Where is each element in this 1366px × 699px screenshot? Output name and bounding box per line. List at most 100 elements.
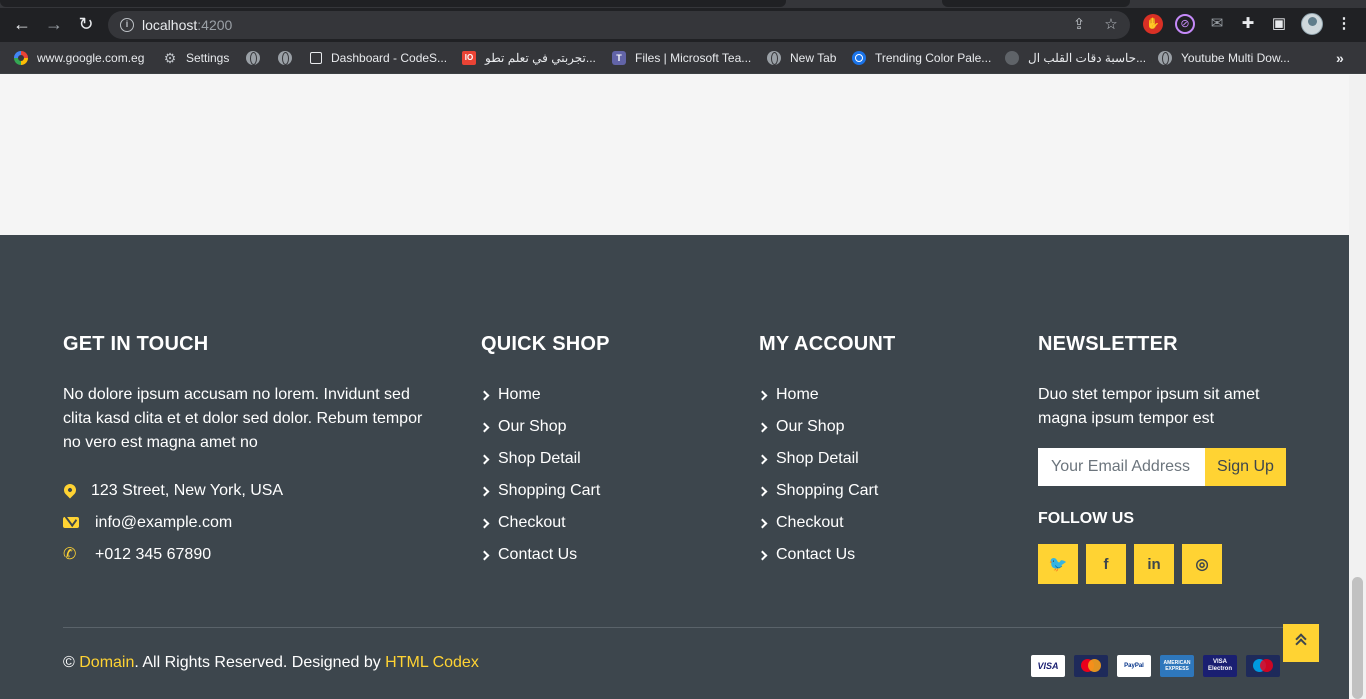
phone-icon: ✆ bbox=[63, 546, 77, 563]
browser-tab[interactable] bbox=[0, 0, 786, 7]
chevron-right-icon bbox=[757, 422, 768, 432]
sign-up-button[interactable]: Sign Up bbox=[1205, 448, 1286, 486]
get-in-touch-column: GET IN TOUCH No dolore ipsum accusam no … bbox=[61, 333, 423, 567]
maestro-icon bbox=[1246, 655, 1280, 677]
side-panel-icon[interactable]: ▣ bbox=[1269, 14, 1289, 34]
newsletter-column: NEWSLETTER Duo stet tempor ipsum sit ame… bbox=[1038, 333, 1288, 584]
contact-address: 123 Street, New York, USA bbox=[61, 479, 423, 503]
bookmark-star-icon[interactable]: ☆ bbox=[1102, 16, 1120, 34]
chevron-right-icon bbox=[479, 454, 490, 464]
forward-arrow-icon[interactable]: → bbox=[44, 14, 64, 34]
profile-avatar[interactable] bbox=[1301, 13, 1323, 35]
mastercard-icon bbox=[1074, 655, 1108, 677]
address-bar[interactable]: i localhost:4200 ⇪ ☆ bbox=[108, 11, 1130, 39]
menu-kebab-icon[interactable]: ⋮ bbox=[1334, 14, 1354, 34]
bookmark-arabic-1[interactable]: IO تجربتي في تعلم تطو... bbox=[462, 50, 596, 66]
globe-icon bbox=[767, 51, 781, 65]
newsletter-text: Duo stet tempor ipsum sit amet magna ips… bbox=[1038, 386, 1260, 427]
contact-email: info@example.com bbox=[63, 511, 423, 535]
facebook-icon[interactable]: f bbox=[1086, 544, 1126, 584]
bookmark-teams[interactable]: T Files | Microsoft Tea... bbox=[612, 50, 751, 66]
browser-tab[interactable] bbox=[942, 0, 1130, 7]
chevron-right-icon bbox=[757, 486, 768, 496]
blocker-extension-icon[interactable]: ⊘ bbox=[1175, 14, 1195, 34]
quick-shop-link-our-shop[interactable]: Our Shop bbox=[479, 415, 610, 439]
bookmarks-bar: www.google.com.eg ⚙ Settings Dashboard - … bbox=[0, 42, 1366, 74]
globe-icon bbox=[246, 51, 260, 65]
my-account-link-checkout[interactable]: Checkout bbox=[757, 511, 895, 535]
google-icon bbox=[14, 51, 28, 65]
back-to-top-button[interactable] bbox=[1283, 624, 1319, 662]
get-in-touch-title: GET IN TOUCH bbox=[63, 333, 209, 355]
heart-icon bbox=[1005, 51, 1019, 65]
envelope-icon bbox=[63, 515, 81, 531]
social-links: 🐦 f in ◎ bbox=[1038, 544, 1288, 584]
back-arrow-icon[interactable]: ← bbox=[12, 14, 32, 34]
bookmarks-overflow-icon[interactable]: » bbox=[1336, 50, 1344, 66]
newsletter-form: Sign Up bbox=[1038, 448, 1286, 486]
quick-shop-link-shop-detail[interactable]: Shop Detail bbox=[479, 447, 610, 471]
instagram-icon[interactable]: ◎ bbox=[1182, 544, 1222, 584]
my-account-link-our-shop[interactable]: Our Shop bbox=[757, 415, 895, 439]
bookmark-globe-1[interactable] bbox=[246, 50, 269, 66]
newsletter-email-input[interactable] bbox=[1038, 448, 1205, 486]
bookmark-dashboard[interactable]: Dashboard - CodeS... bbox=[310, 50, 447, 66]
domain-link[interactable]: Domain bbox=[79, 654, 134, 671]
share-icon[interactable]: ⇪ bbox=[1070, 16, 1088, 34]
quick-shop-link-checkout[interactable]: Checkout bbox=[479, 511, 610, 535]
page-icon bbox=[310, 52, 322, 64]
my-account-column: MY ACCOUNT Home Our Shop Shop Detail Sho… bbox=[757, 333, 896, 575]
bookmark-color-palette[interactable]: Trending Color Pale... bbox=[852, 50, 991, 66]
my-account-link-contact-us[interactable]: Contact Us bbox=[757, 543, 895, 567]
quick-shop-link-home[interactable]: Home bbox=[479, 383, 610, 407]
paypal-icon: PayPal bbox=[1117, 655, 1151, 677]
visa-card-icon: VISA bbox=[1031, 655, 1065, 677]
follow-us-title: FOLLOW US bbox=[1038, 510, 1134, 527]
bookmark-arabic-2[interactable]: حاسبة دقات القلب ال... bbox=[1005, 50, 1146, 66]
html-codex-link[interactable]: HTML Codex bbox=[385, 654, 479, 671]
copyright-text: © Domain. All Rights Reserved. Designed … bbox=[63, 654, 479, 671]
map-marker-icon bbox=[61, 481, 79, 499]
puzzle-extensions-icon[interactable]: ✚ bbox=[1238, 14, 1258, 34]
quick-shop-link-shopping-cart[interactable]: Shopping Cart bbox=[479, 479, 610, 503]
chevron-right-icon bbox=[479, 518, 490, 528]
globe-icon bbox=[1158, 51, 1172, 65]
twitter-icon[interactable]: 🐦 bbox=[1038, 544, 1078, 584]
quick-shop-link-contact-us[interactable]: Contact Us bbox=[479, 543, 610, 567]
bookmark-settings[interactable]: ⚙ Settings bbox=[163, 50, 230, 66]
footer-divider bbox=[63, 627, 1286, 628]
chevron-right-icon bbox=[757, 390, 768, 400]
page-viewport: GET IN TOUCH No dolore ipsum accusam no … bbox=[0, 75, 1349, 699]
visa-electron-icon: VISA Electron bbox=[1203, 655, 1237, 677]
globe-icon bbox=[278, 51, 292, 65]
chevron-right-icon bbox=[479, 486, 490, 496]
chevron-right-icon bbox=[479, 550, 490, 560]
bookmark-new-tab[interactable]: New Tab bbox=[767, 50, 836, 66]
bookmark-youtube-downloader[interactable]: Youtube Multi Dow... bbox=[1158, 50, 1290, 66]
site-footer: GET IN TOUCH No dolore ipsum accusam no … bbox=[0, 235, 1349, 699]
linkedin-icon[interactable]: in bbox=[1134, 544, 1174, 584]
chevron-right-icon bbox=[479, 390, 490, 400]
mail-extension-icon[interactable]: ✉ bbox=[1207, 14, 1227, 34]
browser-toolbar: ← → ↻ i localhost:4200 ⇪ ☆ ✋ ⊘ ✉ ✚ ▣ ⋮ bbox=[0, 0, 1366, 42]
bookmark-google[interactable]: www.google.com.eg bbox=[14, 50, 144, 66]
io-icon: IO bbox=[462, 51, 476, 65]
bookmark-globe-2[interactable] bbox=[278, 50, 301, 66]
quick-shop-title: QUICK SHOP bbox=[481, 333, 610, 355]
my-account-links: Home Our Shop Shop Detail Shopping Cart … bbox=[757, 383, 895, 567]
chevron-right-icon bbox=[757, 454, 768, 464]
my-account-title: MY ACCOUNT bbox=[759, 333, 896, 355]
scrollbar-thumb[interactable] bbox=[1352, 577, 1363, 699]
my-account-link-home[interactable]: Home bbox=[757, 383, 895, 407]
my-account-link-shopping-cart[interactable]: Shopping Cart bbox=[757, 479, 895, 503]
teams-icon: T bbox=[612, 51, 626, 65]
chevron-right-icon bbox=[479, 422, 490, 432]
color-icon bbox=[852, 51, 866, 65]
url-text[interactable]: localhost:4200 bbox=[142, 17, 232, 33]
my-account-link-shop-detail[interactable]: Shop Detail bbox=[757, 447, 895, 471]
site-info-icon[interactable]: i bbox=[120, 18, 134, 32]
reload-icon[interactable]: ↻ bbox=[76, 14, 96, 34]
adblock-extension-icon[interactable]: ✋ bbox=[1143, 14, 1163, 34]
payment-methods: VISA PayPal AMERICAN EXPRESS VISA Electr… bbox=[1031, 655, 1280, 677]
page-scrollbar[interactable] bbox=[1349, 75, 1366, 699]
